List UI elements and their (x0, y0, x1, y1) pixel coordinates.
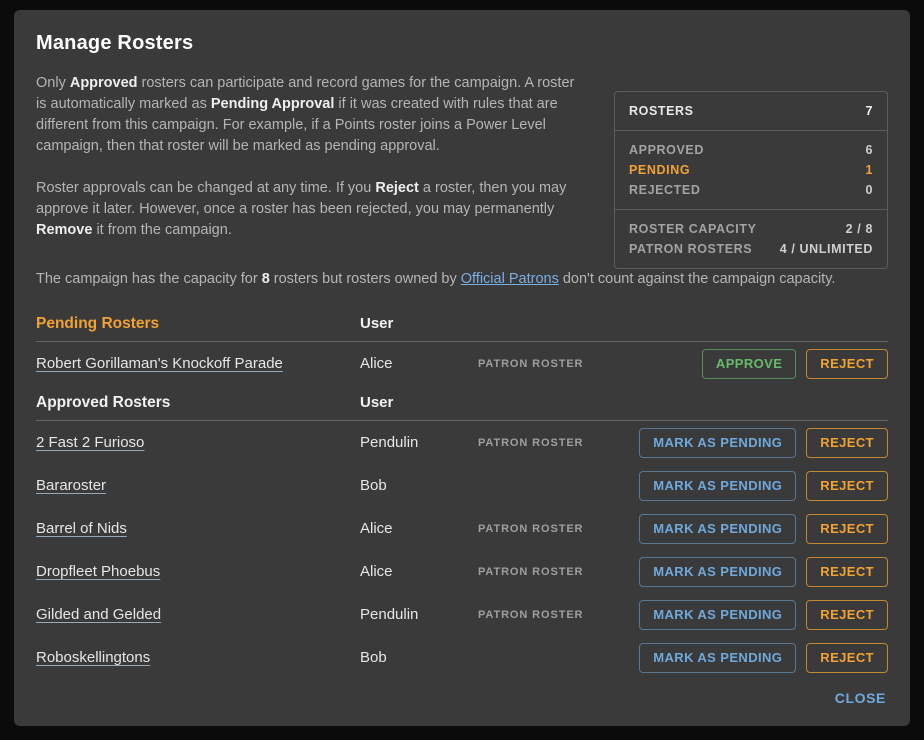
table-row-pending-roster: Robert Gorillaman's Knockoff Parade Alic… (36, 342, 888, 385)
mark-as-pending-button[interactable]: MARK AS PENDING (639, 471, 796, 501)
reject-button[interactable]: REJECT (806, 600, 888, 630)
text-segment-bold: Remove (36, 222, 92, 238)
stat-label: ROSTERS (629, 101, 694, 121)
patron-roster-badge: PATRON ROSTER (478, 358, 702, 370)
mark-as-pending-button[interactable]: MARK AS PENDING (639, 643, 796, 673)
stat-rosters: ROSTERS 7 (629, 101, 873, 121)
roster-user: Bob (360, 649, 478, 666)
patron-roster-badge: PATRON ROSTER (478, 523, 639, 535)
stat-label: REJECTED (629, 180, 700, 200)
roster-user: Bob (360, 477, 478, 494)
reject-button[interactable]: REJECT (806, 557, 888, 587)
roster-link[interactable]: Robert Gorillaman's Knockoff Parade (36, 355, 283, 372)
user-column-header: User (360, 315, 393, 332)
reject-button[interactable]: REJECT (806, 643, 888, 673)
page-title: Manage Rosters (36, 32, 888, 55)
mark-as-pending-button[interactable]: MARK AS PENDING (639, 428, 796, 458)
mark-as-pending-button[interactable]: MARK AS PENDING (639, 600, 796, 630)
table-row-approved-roster: Barrel of Nids Alice PATRON ROSTER MARK … (36, 507, 888, 550)
official-patrons-link[interactable]: Official Patrons (461, 271, 559, 287)
roster-user: Pendulin (360, 606, 478, 623)
table-row-approved-roster: Gilded and Gelded Pendulin PATRON ROSTER… (36, 593, 888, 636)
pending-rosters-heading: Pending Rosters (36, 315, 159, 332)
text-segment-bold: Pending Approval (211, 96, 335, 112)
description-paragraph-1: Only Approved rosters can participate an… (36, 73, 588, 157)
roster-user: Pendulin (360, 434, 478, 451)
roster-user: Alice (360, 520, 478, 537)
text-segment-bold: Approved (70, 75, 138, 91)
stat-approved: APPROVED 6 (629, 140, 873, 160)
patron-roster-badge: PATRON ROSTER (478, 566, 639, 578)
stat-roster-capacity: ROSTER CAPACITY 2 / 8 (629, 219, 873, 239)
reject-button[interactable]: REJECT (806, 428, 888, 458)
user-column-header: User (360, 394, 393, 411)
manage-rosters-dialog: Manage Rosters Only Approved rosters can… (14, 10, 910, 726)
stat-value: 6 (865, 140, 873, 160)
stat-label: ROSTER CAPACITY (629, 219, 757, 239)
table-row-approved-roster: Roboskellingtons Bob MARK AS PENDING REJ… (36, 636, 888, 679)
roster-link[interactable]: Dropfleet Phoebus (36, 563, 160, 580)
stat-value: 7 (865, 101, 873, 121)
roster-stats-panel: ROSTERS 7 APPROVED 6 PENDING 1 REJECTED … (614, 91, 888, 269)
capacity-note: The campaign has the capacity for 8 rost… (36, 269, 888, 290)
table-row-approved-roster: Bararoster Bob MARK AS PENDING REJECT (36, 464, 888, 507)
stat-value: 2 / 8 (846, 219, 873, 239)
text-segment: don't count against the campaign capacit… (559, 271, 836, 287)
approve-button[interactable]: APPROVE (702, 349, 796, 379)
stat-label: APPROVED (629, 140, 704, 160)
text-segment: rosters but rosters owned by (270, 271, 461, 287)
reject-button[interactable]: REJECT (806, 349, 888, 379)
reject-button[interactable]: REJECT (806, 471, 888, 501)
table-row-approved-roster: Dropfleet Phoebus Alice PATRON ROSTER MA… (36, 550, 888, 593)
stat-label: PENDING (629, 160, 690, 180)
stat-value: 4 / UNLIMITED (780, 239, 873, 259)
stat-label: PATRON ROSTERS (629, 239, 752, 259)
text-segment: it from the campaign. (92, 222, 231, 238)
mark-as-pending-button[interactable]: MARK AS PENDING (639, 557, 796, 587)
patron-roster-badge: PATRON ROSTER (478, 609, 639, 621)
text-segment: Only (36, 75, 70, 91)
stat-patron-rosters: PATRON ROSTERS 4 / UNLIMITED (629, 239, 873, 259)
stat-value: 1 (865, 160, 873, 180)
reject-button[interactable]: REJECT (806, 514, 888, 544)
stat-value: 0 (865, 180, 873, 200)
roster-user: Alice (360, 355, 478, 372)
roster-link[interactable]: Gilded and Gelded (36, 606, 161, 623)
text-segment-bold: Reject (375, 180, 419, 196)
stat-pending: PENDING 1 (629, 160, 873, 180)
text-segment-bold: 8 (262, 271, 270, 287)
stat-rejected: REJECTED 0 (629, 180, 873, 200)
patron-roster-badge: PATRON ROSTER (478, 437, 639, 449)
pending-rosters-header-row: Pending Rosters User (36, 306, 888, 342)
close-button[interactable]: CLOSE (835, 690, 886, 706)
roster-link[interactable]: 2 Fast 2 Furioso (36, 434, 144, 451)
mark-as-pending-button[interactable]: MARK AS PENDING (639, 514, 796, 544)
text-segment: Roster approvals can be changed at any t… (36, 180, 375, 196)
description-paragraph-2: Roster approvals can be changed at any t… (36, 178, 588, 241)
roster-link[interactable]: Bararoster (36, 477, 106, 494)
roster-user: Alice (360, 563, 478, 580)
table-row-approved-roster: 2 Fast 2 Furioso Pendulin PATRON ROSTER … (36, 421, 888, 464)
roster-link[interactable]: Barrel of Nids (36, 520, 127, 537)
roster-table: Pending Rosters User Robert Gorillaman's… (36, 306, 888, 679)
roster-link[interactable]: Roboskellingtons (36, 649, 150, 666)
text-segment: The campaign has the capacity for (36, 271, 262, 287)
approved-rosters-heading: Approved Rosters (36, 394, 170, 411)
approved-rosters-header-row: Approved Rosters User (36, 385, 888, 421)
